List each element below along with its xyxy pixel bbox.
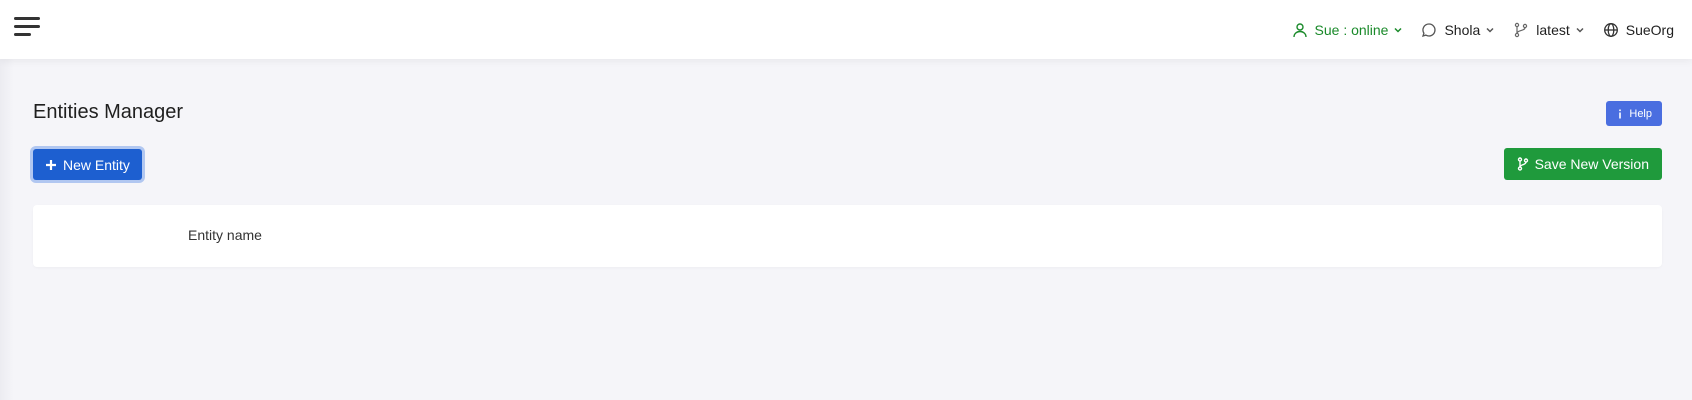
plus-icon [46, 159, 56, 170]
chevron-down-icon [1486, 27, 1494, 33]
chevron-down-icon [1394, 27, 1402, 33]
entities-table: Entity name [33, 205, 1662, 267]
column-header-entity-name: Entity name [188, 227, 262, 243]
chat-label: Shola [1444, 21, 1481, 38]
branch-dropdown[interactable]: latest [1513, 22, 1584, 38]
chevron-down-icon [1576, 27, 1584, 33]
info-icon [1619, 109, 1622, 118]
save-new-version-button[interactable]: Save New Version [1503, 148, 1662, 180]
branch-label: latest [1536, 21, 1570, 38]
git-branch-icon [1517, 157, 1528, 171]
user-icon [1292, 22, 1307, 37]
top-right-controls: Sue : online Shola latest SueOrg [1292, 0, 1674, 59]
top-bar: Sue : online Shola latest SueOrg [0, 0, 1692, 59]
org-label: SueOrg [1625, 21, 1674, 38]
user-status-label: Sue : online [1314, 21, 1389, 38]
new-entity-button-label: New Entity [63, 156, 130, 173]
globe-icon [1603, 22, 1618, 37]
save-new-version-label: Save New Version [1534, 156, 1649, 172]
help-button[interactable]: Help [1606, 101, 1662, 126]
git-branch-icon [1515, 22, 1528, 37]
page-title: Entities Manager [33, 101, 184, 123]
hamburger-menu-icon[interactable] [14, 16, 40, 38]
chat-dropdown[interactable]: Shola [1421, 22, 1495, 38]
main-content: Entities Manager Help New Entity Save Ne… [0, 59, 1692, 400]
org-selector[interactable]: SueOrg [1603, 22, 1674, 38]
user-status-dropdown[interactable]: Sue : online [1292, 22, 1404, 38]
new-entity-button[interactable]: New Entity [33, 149, 142, 180]
chat-bubble-icon [1422, 22, 1437, 37]
help-button-label: Help [1629, 107, 1652, 120]
